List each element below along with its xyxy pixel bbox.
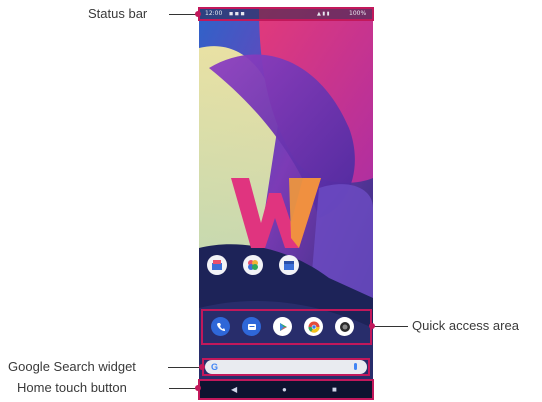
photos-icon[interactable] <box>243 255 263 275</box>
calendar-icon[interactable] <box>279 255 299 275</box>
quick-access-marker <box>369 323 375 329</box>
quick-access-leader <box>374 326 408 327</box>
home-touch-marker <box>195 385 201 391</box>
search-widget-highlight <box>202 358 370 376</box>
status-bar-marker <box>195 11 201 17</box>
home-touch-leader <box>169 388 198 389</box>
google-search-marker <box>199 364 205 370</box>
home-touch-highlight <box>198 379 374 400</box>
google-search-leader <box>168 367 200 368</box>
store-icon[interactable] <box>207 255 227 275</box>
quick-access-highlight <box>201 309 372 345</box>
quick-access-label: Quick access area <box>412 318 519 333</box>
home-touch-label: Home touch button <box>17 380 127 395</box>
google-search-label: Google Search widget <box>8 359 136 374</box>
status-bar-label: Status bar <box>88 6 148 21</box>
status-bar-highlight <box>198 7 374 21</box>
status-bar-leader <box>169 14 198 15</box>
